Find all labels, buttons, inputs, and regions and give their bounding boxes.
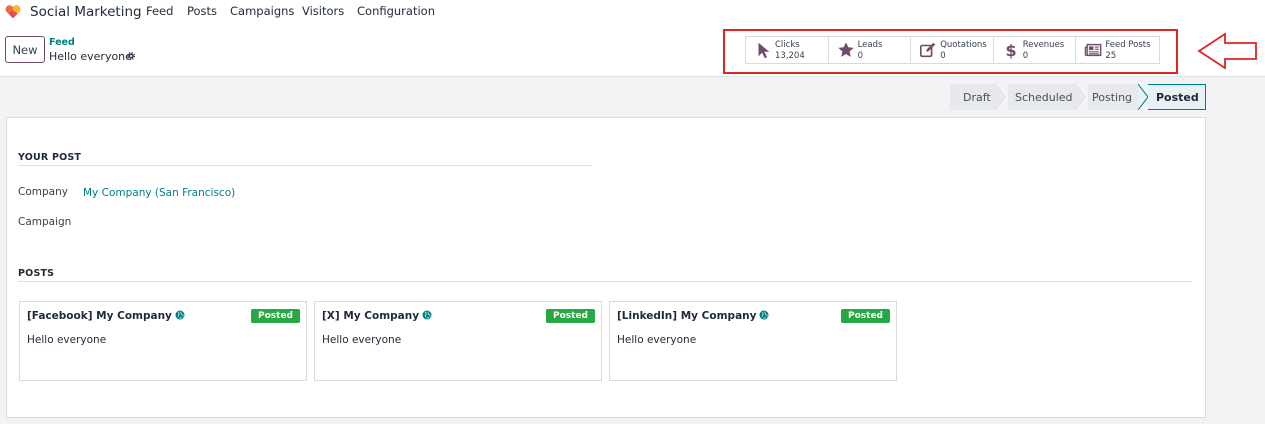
cursor-icon [758, 42, 770, 59]
feed-posts-smart-button[interactable]: Feed Posts 25 [1076, 37, 1159, 63]
stage-draft[interactable]: Draft [950, 84, 998, 110]
post-card-title: [Facebook] My Company [27, 310, 185, 322]
heart-icon[interactable] [4, 3, 22, 21]
nav-visitors[interactable]: Visitors [302, 4, 344, 18]
status-bar: Draft Scheduled Posting Posted [950, 84, 1206, 110]
dollar-icon: $ [1005, 41, 1016, 59]
leads-smart-button[interactable]: Leads 0 [829, 37, 912, 63]
status-badge: Posted [841, 309, 890, 323]
annotation-arrow-icon [1197, 32, 1257, 70]
stage-scheduled-label: Scheduled [1015, 90, 1073, 104]
nav-configuration[interactable]: Configuration [357, 4, 435, 18]
edit-icon [920, 42, 936, 58]
revenues-label: Revenues [1022, 40, 1065, 50]
stage-chevron [1138, 84, 1148, 110]
quotations-value: 0 [940, 51, 946, 61]
svg-text:$: $ [1005, 41, 1016, 59]
nav-campaigns[interactable]: Campaigns [230, 4, 294, 18]
star-icon [837, 42, 854, 57]
company-label: Company [18, 186, 68, 198]
stage-chevron [1078, 84, 1088, 110]
clicks-smart-button[interactable]: Clicks 13,204 [746, 37, 829, 63]
globe-icon [175, 310, 185, 320]
top-navbar: Social Marketing Feed Posts Campaigns Vi… [0, 0, 1265, 24]
stage-posted[interactable]: Posted [1148, 84, 1206, 110]
quotations-smart-button[interactable]: Quotations 0 [911, 37, 994, 63]
revenues-smart-button[interactable]: $ Revenues 0 [994, 37, 1077, 63]
leads-label: Leads [857, 40, 883, 50]
post-card-title: [X] My Company [322, 310, 432, 322]
post-message: Hello everyone [322, 334, 402, 346]
stage-draft-label: Draft [963, 90, 991, 104]
smart-buttons: Clicks 13,204 Leads 0 Quotations 0 $ Rev… [745, 36, 1160, 64]
gear-icon[interactable] [126, 51, 136, 61]
post-message: Hello everyone [27, 334, 107, 346]
stage-chevron [998, 84, 1008, 110]
nav-feed[interactable]: Feed [146, 4, 173, 18]
app-title[interactable]: Social Marketing [30, 4, 142, 20]
leads-value: 0 [857, 51, 864, 61]
record-title: Hello everyone [49, 50, 132, 63]
globe-icon [422, 310, 432, 320]
quotations-label: Quotations [940, 40, 987, 50]
post-card-x[interactable]: [X] My Company Posted Hello everyone [314, 301, 602, 381]
campaign-label: Campaign [18, 216, 72, 228]
post-message: Hello everyone [617, 334, 697, 346]
stage-posted-label: Posted [1156, 90, 1199, 104]
status-badge: Posted [546, 309, 595, 323]
feed-posts-value: 25 [1105, 51, 1117, 61]
new-button[interactable]: New [5, 36, 45, 63]
post-card-facebook[interactable]: [Facebook] My Company Posted Hello every… [19, 301, 307, 381]
newspaper-icon [1085, 43, 1102, 57]
your-post-heading: YOUR POST [18, 152, 82, 163]
revenues-value: 0 [1022, 51, 1029, 61]
posts-heading: POSTS [18, 268, 55, 279]
stage-scheduled[interactable]: Scheduled [1008, 84, 1078, 110]
nav-posts[interactable]: Posts [187, 4, 217, 18]
stage-posting[interactable]: Posting [1088, 84, 1138, 110]
feed-posts-label: Feed Posts [1105, 40, 1151, 50]
section-divider [18, 281, 1193, 282]
status-badge: Posted [251, 309, 300, 323]
post-card-linkedin[interactable]: [LinkedIn] My Company Posted Hello every… [609, 301, 897, 381]
globe-icon [759, 310, 769, 320]
stage-posting-label: Posting [1092, 90, 1133, 104]
clicks-label: Clicks [775, 40, 800, 50]
breadcrumb-feed[interactable]: Feed [49, 37, 75, 48]
section-divider [18, 165, 593, 166]
clicks-value: 13,204 [775, 51, 805, 61]
post-card-title: [LinkedIn] My Company [617, 310, 769, 322]
company-field[interactable]: My Company (San Francisco) [83, 187, 235, 199]
